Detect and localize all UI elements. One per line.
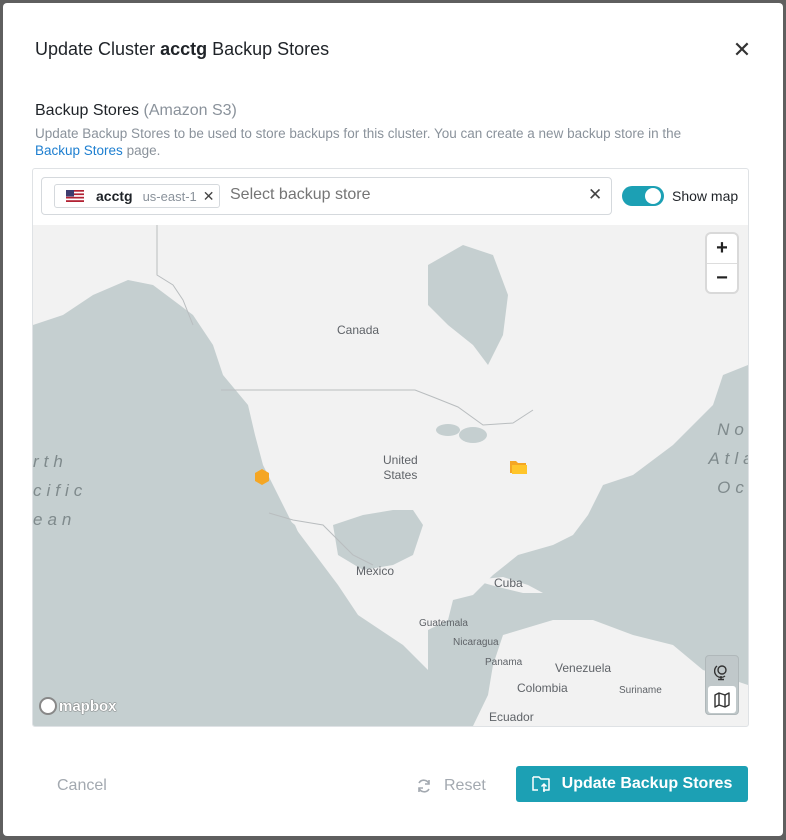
mapbox-logo[interactable]: mapbox bbox=[39, 697, 117, 715]
reset-label: Reset bbox=[444, 777, 486, 794]
map-label-guatemala: Guatemala bbox=[419, 618, 468, 629]
map-label-colombia: Colombia bbox=[517, 681, 568, 695]
map-label-ecuador: Ecuador bbox=[489, 710, 534, 724]
pacific-line2: cific bbox=[33, 481, 88, 500]
folder-upload-icon bbox=[531, 776, 550, 792]
map-view[interactable]: Canada United States Mexico Cuba Guatema… bbox=[33, 225, 748, 726]
flat-map-view-button[interactable] bbox=[708, 686, 736, 713]
tag-store-name: acctg bbox=[96, 188, 133, 204]
map-label-venezuela: Venezuela bbox=[555, 661, 612, 675]
update-backup-stores-button[interactable]: Update Backup Stores bbox=[516, 766, 748, 802]
atlantic-line1: No bbox=[717, 420, 749, 439]
clear-selection-icon[interactable]: ✕ bbox=[588, 185, 602, 205]
modal-title: Update Cluster acctg Backup Stores bbox=[35, 39, 329, 60]
title-cluster-name: acctg bbox=[160, 39, 208, 59]
globe-view-button[interactable] bbox=[708, 658, 736, 685]
globe-icon bbox=[714, 664, 727, 680]
pacific-line1: rth bbox=[33, 452, 68, 471]
great-lakes bbox=[459, 427, 487, 443]
map-projection-control bbox=[705, 655, 739, 715]
title-suffix: Backup Stores bbox=[212, 39, 330, 59]
map-label-panama: Panama bbox=[485, 657, 523, 668]
section-label: Backup Stores (Amazon S3) bbox=[35, 102, 237, 120]
show-map-toggle[interactable] bbox=[622, 186, 664, 206]
map-label-united-states: United States bbox=[383, 453, 418, 483]
zoom-out-button[interactable]: − bbox=[707, 263, 737, 293]
show-map-label: Show map bbox=[672, 188, 739, 204]
atlantic-line3: Oc bbox=[717, 478, 749, 497]
great-lakes-2 bbox=[436, 424, 460, 436]
section-label-text: Backup Stores bbox=[35, 102, 140, 119]
zoom-in-button[interactable]: + bbox=[707, 234, 737, 263]
map-label-cuba: Cuba bbox=[494, 576, 523, 590]
description-text: Update Backup Stores to be used to store… bbox=[35, 126, 682, 141]
map-icon bbox=[714, 691, 730, 708]
backup-store-select[interactable]: acctg us-east-1 ✕ ✕ bbox=[41, 177, 612, 215]
remove-tag-icon[interactable]: ✕ bbox=[203, 188, 215, 205]
update-backup-stores-label: Update Backup Stores bbox=[561, 775, 733, 792]
map-label-us-line2: States bbox=[383, 468, 418, 482]
map-label-atlantic-ocean: No Atla Oc bbox=[703, 415, 749, 502]
map-label-canada: Canada bbox=[337, 323, 380, 337]
mapbox-logo-text: mapbox bbox=[59, 697, 117, 715]
map-label-pacific-ocean: rth cific ean bbox=[33, 447, 87, 534]
map-label-suriname: Suriname bbox=[619, 685, 662, 696]
tag-store-region: us-east-1 bbox=[142, 188, 197, 204]
map-label-nicaragua: Nicaragua bbox=[453, 637, 499, 648]
backup-store-search-input[interactable] bbox=[230, 186, 560, 204]
reset-button[interactable]: Reset bbox=[410, 776, 492, 796]
backup-store-map-card: acctg us-east-1 ✕ ✕ Show map bbox=[32, 168, 749, 727]
description-text-end: page. bbox=[126, 143, 161, 158]
cancel-button[interactable]: Cancel bbox=[51, 776, 113, 796]
map-label-mexico: Mexico bbox=[356, 564, 395, 578]
map-zoom-control: + − bbox=[707, 234, 737, 292]
mapbox-logo-icon bbox=[39, 697, 57, 715]
map-label-us-line1: United bbox=[383, 453, 418, 467]
backup-store-folder-marker[interactable] bbox=[509, 459, 528, 475]
backup-stores-link[interactable]: Backup Stores bbox=[35, 143, 123, 158]
selected-store-tag: acctg us-east-1 ✕ bbox=[54, 184, 220, 208]
close-icon[interactable]: ✕ bbox=[731, 39, 753, 61]
pacific-line3: ean bbox=[33, 510, 77, 529]
section-description: Update Backup Stores to be used to store… bbox=[35, 125, 725, 159]
us-flag-icon bbox=[66, 190, 84, 202]
cluster-hexagon-marker[interactable] bbox=[254, 469, 270, 485]
reset-icon bbox=[418, 779, 430, 793]
atlantic-line2: Atla bbox=[708, 449, 748, 468]
title-prefix: Update Cluster bbox=[35, 39, 156, 59]
north-america-land bbox=[33, 225, 748, 670]
section-label-muted: (Amazon S3) bbox=[143, 102, 237, 119]
toggle-knob bbox=[645, 188, 661, 204]
